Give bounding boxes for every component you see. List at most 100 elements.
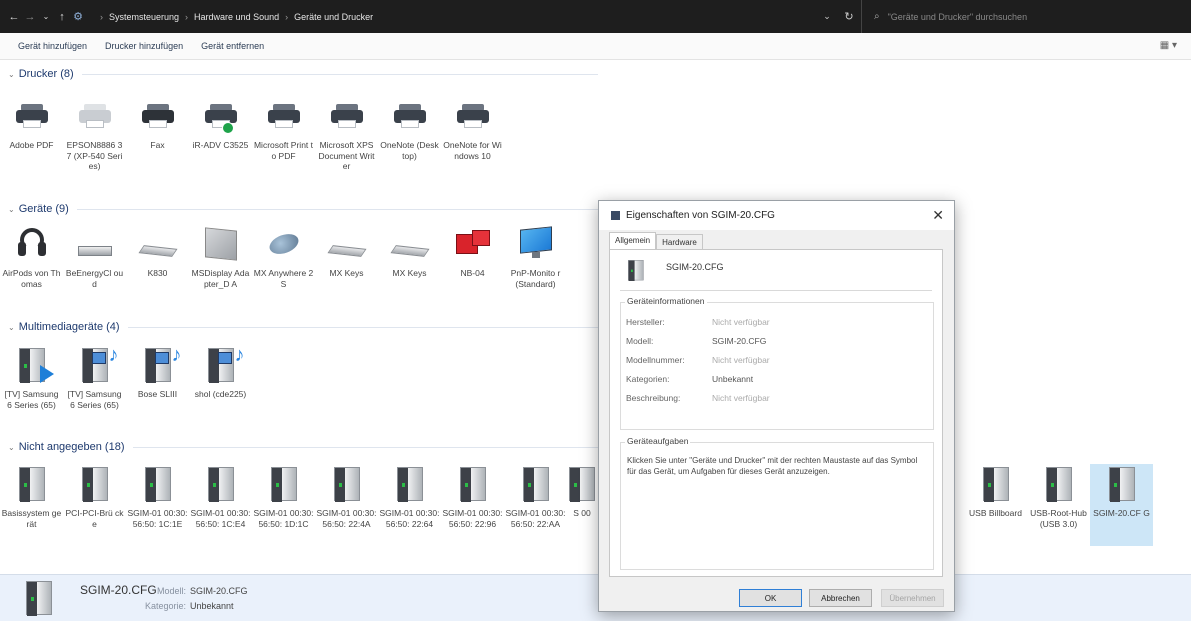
breadcrumb-control-panel[interactable]: Systemsteuerung: [109, 12, 179, 22]
address-bar: ← → ⌄ ↑ ⚙ › Systemsteuerung › Hardware u…: [0, 0, 1191, 33]
forward-arrow-icon[interactable]: →: [22, 11, 38, 23]
device-info-legend: Geräteinformationen: [625, 296, 707, 306]
generic-device-icon: [18, 467, 45, 502]
device-item[interactable]: OneNote (Desktop): [378, 96, 441, 172]
up-arrow-icon[interactable]: ↑: [54, 11, 70, 23]
close-icon[interactable]: ✕: [932, 207, 944, 224]
tab-general[interactable]: Allgemein: [609, 232, 657, 250]
device-icon: [628, 260, 644, 281]
device-label: K830: [147, 268, 168, 278]
group-header-devices[interactable]: ⌄ Geräte (9): [8, 203, 598, 215]
device-item[interactable]: iR-ADV C3525: [189, 96, 252, 172]
ok-button[interactable]: OK: [739, 589, 802, 607]
device-item[interactable]: ♪ shol (cde225): [189, 345, 252, 410]
group-divider: [76, 208, 598, 210]
device-item[interactable]: Microsoft Print to PDF: [252, 96, 315, 172]
device-item[interactable]: ♪ [TV] Samsung 6 Series (65): [63, 345, 126, 410]
printer-icon: [203, 102, 239, 134]
device-label: MX Anywhere 2S: [253, 268, 314, 289]
add-device-button[interactable]: Gerät hinzufügen: [18, 41, 87, 51]
refresh-icon[interactable]: ↻: [837, 10, 861, 23]
device-label: Basissystem gerät: [1, 508, 62, 529]
device-item[interactable]: BeEnergyCl oud: [63, 224, 126, 289]
device-item[interactable]: K830: [126, 224, 189, 289]
tab-panel: SGIM-20.CFG Geräteinformationen Herstell…: [609, 249, 943, 577]
info-key: Kategorien:: [626, 374, 670, 384]
search-input[interactable]: ⌕ "Geräte und Drucker" durchsuchen: [861, 0, 1191, 33]
tab-hardware[interactable]: Hardware: [656, 234, 703, 250]
apply-button[interactable]: Übernehmen: [881, 589, 944, 607]
device-item[interactable]: OneNote for Windows 10: [441, 96, 504, 172]
unspecified-row: Basissystem gerät PCI-PCI-Brü cke SGIM-0…: [0, 464, 597, 529]
group-title: Multimediageräte (4): [18, 321, 120, 333]
info-value: Nicht verfügbar: [712, 317, 770, 327]
device-item[interactable]: PCI-PCI-Brü cke: [63, 464, 126, 529]
dialog-titlebar[interactable]: Eigenschaften von SGIM-20.CFG ✕: [599, 201, 954, 230]
device-item[interactable]: NB-04: [441, 224, 504, 289]
separator: [620, 290, 932, 291]
control-panel-icon: ⚙: [73, 11, 83, 23]
generic-device-icon: [144, 467, 171, 502]
details-category: Kategorie: Unbekannt: [144, 601, 234, 611]
breadcrumb-devices-printers[interactable]: Geräte und Drucker: [294, 12, 373, 22]
device-label: SGIM-01 00:30:56:50: 1D:1C: [253, 508, 314, 529]
breadcrumb: › Systemsteuerung › Hardware und Sound ›…: [94, 12, 373, 22]
keyboard-icon: [137, 245, 178, 257]
device-item[interactable]: SGIM-01 00:30:56:50: 22:64: [378, 464, 441, 529]
info-manufacturer: Hersteller: Nicht verfügbar: [626, 317, 770, 327]
group-header-multimedia[interactable]: ⌄ Multimediageräte (4): [8, 321, 598, 333]
breadcrumb-hardware-sound[interactable]: Hardware und Sound: [194, 12, 279, 22]
headphones-icon: [17, 228, 47, 260]
view-options-icon[interactable]: ▦ ▾: [1160, 40, 1177, 51]
device-item[interactable]: USB Billboard: [964, 464, 1027, 546]
info-key: Modell:: [626, 336, 654, 346]
device-item[interactable]: MX Anywhere 2S: [252, 224, 315, 289]
address-dropdown-icon[interactable]: ⌄: [817, 11, 837, 22]
device-item[interactable]: Basissystem gerät: [0, 464, 63, 529]
device-item[interactable]: USB-Root-Hub (USB 3.0): [1027, 464, 1090, 546]
generic-device-icon: [1108, 467, 1135, 502]
music-note-icon: ♪: [234, 344, 245, 366]
device-item[interactable]: ♪ Bose SLIII: [126, 345, 189, 410]
generic-device-icon: [459, 467, 486, 502]
music-note-icon: ♪: [171, 344, 182, 366]
group-header-printers[interactable]: ⌄ Drucker (8): [8, 68, 598, 80]
device-item[interactable]: SGIM-01 00:30:56:50: 1D:1C: [252, 464, 315, 529]
device-item[interactable]: SGIM-01 00:30:56:50: 1C:1E: [126, 464, 189, 529]
device-item[interactable]: Fax: [126, 96, 189, 172]
device-label: OneNote (Desktop): [380, 140, 439, 161]
device-item[interactable]: Microsoft XPS Document Writer: [315, 96, 378, 172]
device-item-selected[interactable]: SGIM-20.CF G: [1090, 464, 1153, 546]
cancel-button[interactable]: Abbrechen: [809, 589, 872, 607]
device-item[interactable]: [TV] Samsung 6 Series (65): [0, 345, 63, 410]
device-label: SGIM-01 00:30:56:50: 22:64: [379, 508, 440, 529]
device-item[interactable]: Adobe PDF: [0, 96, 63, 172]
device-item[interactable]: SGIM-01 00:30:56:50: 22:AA: [504, 464, 567, 529]
add-printer-button[interactable]: Drucker hinzufügen: [105, 41, 183, 51]
device-box-icon: [77, 246, 112, 256]
recent-dropdown-icon[interactable]: ⌄: [38, 12, 54, 21]
panel-device-name: SGIM-20.CFG: [666, 262, 724, 272]
device-item[interactable]: EPSON8886 37 (XP-540 Series): [63, 96, 126, 172]
back-arrow-icon[interactable]: ←: [6, 11, 22, 23]
device-label: BeEnergyCl oud: [65, 268, 124, 289]
device-label: Adobe PDF: [9, 140, 54, 150]
device-item[interactable]: PnP-Monito r (Standard): [504, 224, 567, 289]
device-item[interactable]: S 00: [567, 464, 597, 529]
device-label: SGIM-20.CF G: [1093, 508, 1150, 518]
generic-device-icon: [81, 467, 108, 502]
media-device-icon: ♪: [81, 345, 119, 383]
group-header-unspecified[interactable]: ⌄ Nicht angegeben (18): [8, 441, 598, 453]
info-categories: Kategorien: Unbekannt: [626, 374, 753, 384]
info-key: Hersteller:: [626, 317, 665, 327]
device-item[interactable]: MSDisplay Adapter_D A: [189, 224, 252, 289]
usb-device-icon: [982, 467, 1009, 502]
device-item[interactable]: SGIM-01 00:30:56:50: 22:4A: [315, 464, 378, 529]
device-item[interactable]: SGIM-01 00:30:56:50: 22:96: [441, 464, 504, 529]
remove-device-button[interactable]: Gerät entfernen: [201, 41, 264, 51]
device-item[interactable]: MX Keys: [315, 224, 378, 289]
device-item[interactable]: SGIM-01 00:30:56:50: 1C:E4: [189, 464, 252, 529]
media-device-icon: ♪: [207, 345, 245, 383]
device-item[interactable]: AirPods von Thomas: [0, 224, 63, 289]
device-item[interactable]: MX Keys: [378, 224, 441, 289]
